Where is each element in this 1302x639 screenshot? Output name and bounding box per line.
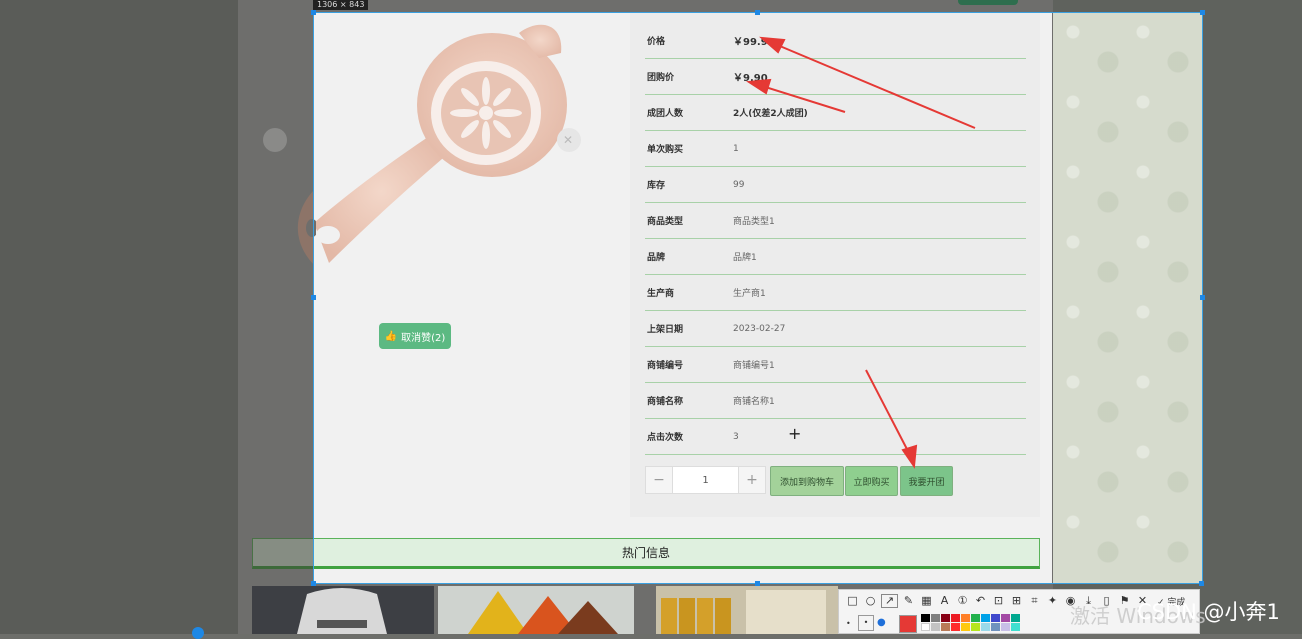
floating-indicator [192, 627, 204, 639]
annotation-arrowhead [901, 444, 918, 469]
color-swatch[interactable] [991, 623, 1000, 631]
large-size-dot[interactable]: ● [877, 617, 886, 628]
color-swatch[interactable] [951, 614, 960, 622]
csdn-watermark: CSDN @小奔1 [1137, 600, 1280, 624]
color-swatch[interactable] [941, 614, 950, 622]
color-swatch[interactable] [931, 614, 940, 622]
color-palette [921, 614, 1020, 631]
pin-icon[interactable]: ✦ [1045, 595, 1060, 607]
annotation-layer [746, 36, 976, 469]
color-swatch[interactable] [921, 623, 930, 631]
color-swatch[interactable] [1011, 614, 1020, 622]
color-swatch[interactable] [991, 614, 1000, 622]
text-tool-icon[interactable]: A [937, 595, 952, 607]
color-swatch[interactable] [931, 623, 940, 631]
annotation-arrowhead [746, 78, 772, 95]
ocr-icon[interactable]: ⊡ [991, 595, 1006, 607]
ellipse-tool-icon[interactable]: ○ [863, 595, 878, 607]
color-swatch[interactable] [921, 614, 930, 622]
annotation-arrow [761, 85, 846, 113]
color-swatch[interactable] [1011, 623, 1020, 631]
pen-tool-icon[interactable]: ✎ [901, 595, 916, 607]
undo-icon[interactable]: ↶ [973, 595, 988, 607]
color-swatch[interactable] [971, 623, 980, 631]
medium-size-dot[interactable]: • [858, 615, 874, 631]
color-swatch[interactable] [971, 614, 980, 622]
rectangle-tool-icon[interactable]: □ [845, 595, 860, 607]
color-swatch[interactable] [1001, 614, 1010, 622]
color-swatch[interactable] [961, 614, 970, 622]
color-swatch[interactable] [941, 623, 950, 631]
color-swatch[interactable] [981, 623, 990, 631]
color-swatch[interactable] [981, 614, 990, 622]
translate-icon[interactable]: ⊞ [1009, 595, 1024, 607]
color-swatch[interactable] [1001, 623, 1010, 631]
annotation-arrowhead [759, 36, 786, 54]
small-size-dot[interactable]: • [846, 619, 851, 628]
mosaic-tool-icon[interactable]: ▦ [919, 595, 934, 607]
current-color-swatch[interactable] [899, 615, 917, 633]
annotation-arrow [774, 43, 976, 129]
arrow-tool-icon[interactable]: ↗ [881, 594, 898, 608]
scan-icon[interactable]: ⌗ [1027, 595, 1042, 607]
number-tool-icon[interactable]: ① [955, 595, 970, 607]
crosshair-cursor-icon: + [788, 424, 802, 443]
annotation-arrow [865, 369, 911, 456]
color-swatch[interactable] [961, 623, 970, 631]
color-swatch[interactable] [951, 623, 960, 631]
